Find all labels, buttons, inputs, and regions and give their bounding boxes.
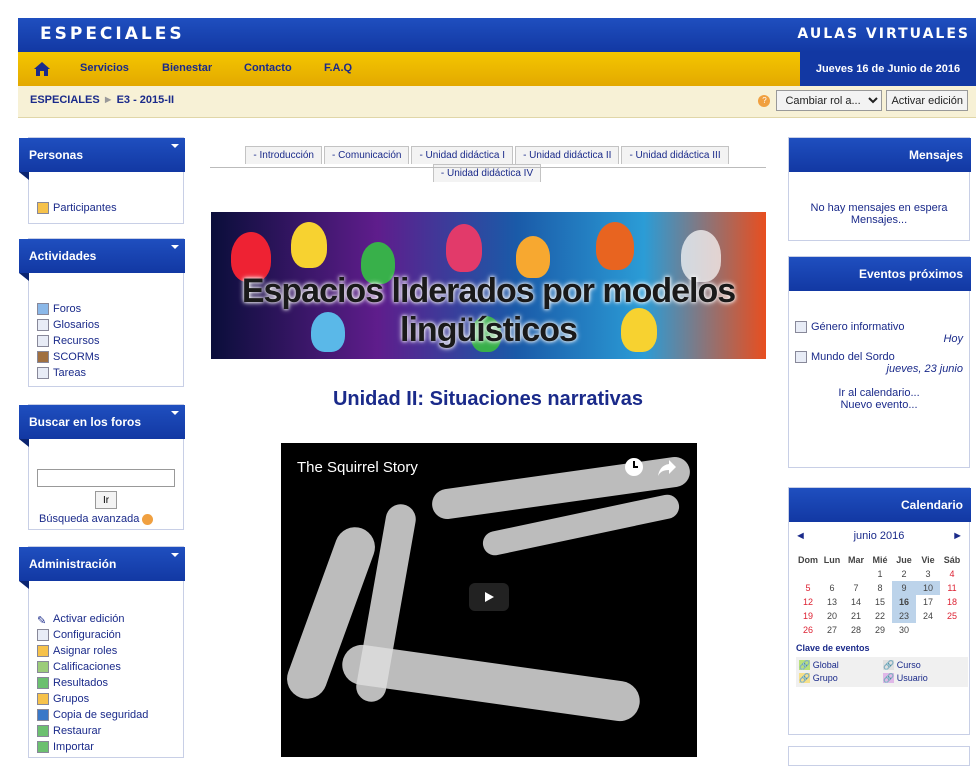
backup-icon xyxy=(37,709,49,721)
top-header: ESPECIALES AULAS VIRTUALES xyxy=(18,18,976,52)
tab-divider xyxy=(210,167,766,168)
breadcrumb-course: E3 - 2015-II xyxy=(116,94,175,106)
block-eventos: Eventos próximos Género informativo Hoy … xyxy=(788,256,971,468)
calendar-event-icon xyxy=(795,321,807,333)
grades-icon xyxy=(37,661,49,673)
breadcrumb-root[interactable]: ESPECIALES xyxy=(30,94,100,106)
tab-comunicacion[interactable]: - Comunicación xyxy=(323,146,410,164)
event-item[interactable]: Mundo del Sordo xyxy=(795,351,963,363)
block-personas: Personas Participantes xyxy=(19,137,185,224)
collapse-icon[interactable] xyxy=(171,144,179,148)
pencil-icon: ✎ xyxy=(37,615,47,627)
list-item[interactable]: Participantes xyxy=(37,200,117,216)
list-item[interactable]: Resultados xyxy=(37,675,148,691)
main-navbar: Servicios Bienestar Contacto F.A.Q Jueve… xyxy=(18,52,976,86)
clock-icon[interactable] xyxy=(624,457,644,477)
nav-faq[interactable]: F.A.Q xyxy=(324,62,352,74)
roles-icon xyxy=(37,645,49,657)
block-header: Personas xyxy=(19,138,185,180)
users-icon xyxy=(37,202,49,214)
list-item[interactable]: Recursos xyxy=(37,333,99,349)
search-go-button[interactable]: Ir xyxy=(95,491,117,509)
role-select[interactable]: Cambiar rol a... xyxy=(776,90,883,111)
block-administracion: Administración ✎ Activar edición Configur… xyxy=(19,546,185,758)
list-item[interactable]: Tareas xyxy=(37,365,99,381)
nav-servicios[interactable]: Servicios xyxy=(80,62,129,74)
list-item[interactable]: Copia de seguridad xyxy=(37,707,148,723)
list-item[interactable]: SCORMs xyxy=(37,349,99,365)
no-messages-text: No hay mensajes en espera xyxy=(810,202,948,214)
collapse-icon[interactable] xyxy=(171,553,179,557)
assignment-icon xyxy=(37,367,49,379)
site-brand[interactable]: ESPECIALES xyxy=(40,24,185,44)
prev-month-icon[interactable]: ◄ xyxy=(795,530,806,542)
list-item[interactable]: Foros xyxy=(37,301,99,317)
event-date: jueves, 23 junio xyxy=(886,363,963,375)
banner-title: Espacios liderados por modelos lingüísti… xyxy=(241,272,736,349)
tab-unidad-3[interactable]: - Unidad didáctica III xyxy=(621,146,729,164)
course-banner: Espacios liderados por modelos lingüísti… xyxy=(211,212,766,359)
collapse-icon[interactable] xyxy=(171,411,179,415)
help-icon[interactable]: ? xyxy=(758,94,771,107)
event-key-title: Clave de eventos xyxy=(796,643,870,653)
next-month-icon[interactable]: ► xyxy=(952,530,963,542)
list-item[interactable]: Grupos xyxy=(37,691,148,707)
forum-icon xyxy=(37,303,49,315)
activate-edit-button[interactable]: Activar edición xyxy=(886,90,968,111)
glossary-icon xyxy=(37,319,49,331)
calendar-month: junio 2016 xyxy=(853,530,905,542)
scorm-icon xyxy=(37,351,49,363)
calendar-event-icon xyxy=(795,351,807,363)
event-item[interactable]: Género informativo xyxy=(795,321,963,333)
nav-contacto[interactable]: Contacto xyxy=(244,62,292,74)
current-date: Jueves 16 de Junio de 2016 xyxy=(800,52,976,86)
block-mensajes: Mensajes No hay mensajes en espera Mensa… xyxy=(788,137,971,241)
key-usuario[interactable]: 🔗 Usuario xyxy=(883,673,965,684)
outcomes-icon xyxy=(37,677,49,689)
list-item[interactable]: Configuración xyxy=(37,627,148,643)
page-title: Unidad II: Situaciones narrativas xyxy=(332,388,644,410)
list-item[interactable]: Importar xyxy=(37,739,148,755)
breadcrumb-bar: ESPECIALES ► E3 - 2015-II ? Cambiar rol a.… xyxy=(18,86,976,118)
block-next xyxy=(788,746,970,766)
go-calendar-link[interactable]: Ir al calendario... xyxy=(795,387,963,399)
forum-search-input[interactable] xyxy=(37,469,175,487)
settings-icon xyxy=(37,629,49,641)
block-buscar: Buscar en los foros Ir Búsqueda avanzada xyxy=(19,404,185,530)
new-event-link[interactable]: Nuevo evento... xyxy=(795,399,963,411)
resource-icon xyxy=(37,335,49,347)
import-icon xyxy=(37,741,49,753)
list-item[interactable]: Calificaciones xyxy=(37,659,148,675)
collapse-icon[interactable] xyxy=(171,245,179,249)
key-global[interactable]: 🔗 Global xyxy=(799,660,881,671)
list-item[interactable]: Glosarios xyxy=(37,317,99,333)
messages-link[interactable]: Mensajes... xyxy=(789,214,969,226)
home-icon[interactable] xyxy=(34,62,50,76)
calendar-grid: Dom Lun Mar Mié Jue Vie Sáb 1234 5 6 7 8 9 10 11 12 1… xyxy=(796,553,968,687)
list-item[interactable]: Restaurar xyxy=(37,723,148,739)
play-button[interactable] xyxy=(469,583,509,611)
nav-bienestar[interactable]: Bienestar xyxy=(162,62,212,74)
list-item[interactable]: ✎ Activar edición xyxy=(37,611,148,627)
tab-unidad-2[interactable]: - Unidad didáctica II xyxy=(515,146,620,164)
event-date: Hoy xyxy=(943,333,963,345)
share-icon[interactable] xyxy=(657,457,677,477)
help-icon[interactable] xyxy=(142,513,154,525)
key-curso[interactable]: 🔗 Curso xyxy=(883,660,965,671)
section-tabs: - Introducción - Comunicación - Unidad did… xyxy=(200,146,774,182)
key-grupo[interactable]: 🔗 Grupo xyxy=(799,673,881,684)
video-player[interactable]: The Squirrel Story xyxy=(281,443,697,757)
block-actividades: Actividades Foros Glosarios Recursos SCO… xyxy=(19,238,185,387)
advanced-search-link[interactable]: Búsqueda avanzada xyxy=(39,513,154,525)
tab-introduccion[interactable]: - Introducción xyxy=(245,146,322,164)
tab-unidad-1[interactable]: - Unidad didáctica I xyxy=(411,146,514,164)
restore-icon xyxy=(37,725,49,737)
site-subtitle: AULAS VIRTUALES xyxy=(797,26,970,42)
list-item[interactable]: Asignar roles xyxy=(37,643,148,659)
video-title[interactable]: The Squirrel Story xyxy=(297,459,418,476)
groups-icon xyxy=(37,693,49,705)
breadcrumb: ESPECIALES ► E3 - 2015-II xyxy=(30,94,175,106)
